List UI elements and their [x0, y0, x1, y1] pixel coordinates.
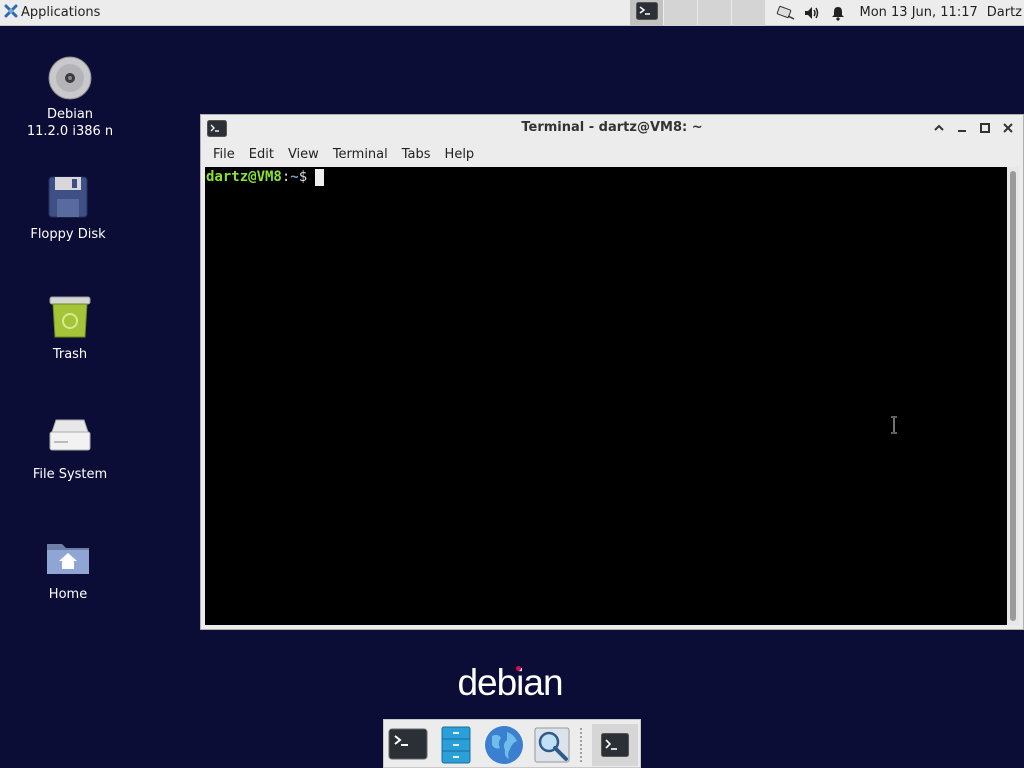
desktop-icon-home[interactable]: Home — [13, 534, 123, 603]
terminal-window[interactable]: Terminal - dartz@VM8: ~ File Edit View T… — [200, 114, 1024, 630]
workspace-3-button[interactable] — [698, 0, 732, 26]
window-titlebar[interactable]: Terminal - dartz@VM8: ~ — [201, 115, 1023, 142]
clock[interactable]: Mon 13 Jun, 11:17 — [859, 5, 977, 20]
home-folder-icon — [44, 534, 92, 582]
desktop-icon-label: Floppy Disk — [30, 227, 106, 242]
drive-icon — [46, 414, 94, 462]
user-menu[interactable]: Dartz — [987, 5, 1022, 20]
file-manager-icon — [441, 726, 471, 764]
workspace-4-button[interactable] — [732, 0, 766, 26]
debian-logo-text: debian — [457, 662, 563, 703]
terminal-window-icon — [601, 733, 629, 757]
xfce-logo-icon — [4, 4, 18, 22]
applications-menu-button[interactable]: Applications — [0, 0, 104, 26]
desktop-icon-label: Trash — [52, 347, 88, 362]
text-cursor — [315, 169, 325, 186]
chevron-up-icon — [934, 124, 944, 131]
web-browser-icon — [485, 726, 523, 764]
menu-tabs[interactable]: Tabs — [395, 147, 438, 162]
minimize-icon — [958, 130, 966, 132]
window-title: Terminal - dartz@VM8: ~ — [521, 120, 703, 135]
debian-logo: debian — [440, 662, 580, 704]
close-button[interactable] — [1000, 120, 1016, 136]
dock-terminal-window-button[interactable] — [592, 724, 638, 766]
taskbar-terminal-button[interactable] — [630, 0, 664, 26]
menu-help[interactable]: Help — [438, 147, 482, 162]
scrollbar-thumb[interactable] — [1010, 171, 1016, 621]
dock-separator — [580, 728, 582, 762]
applications-label: Applications — [21, 5, 101, 20]
maximize-button[interactable] — [977, 120, 993, 136]
dock — [383, 719, 641, 768]
desktop-icon-floppy[interactable]: Floppy Disk — [13, 174, 123, 243]
close-icon — [1003, 123, 1013, 133]
dock-terminal-launcher[interactable] — [387, 724, 429, 766]
desktop-icon-debian-cd[interactable]: Debian 11.2.0 i386 n — [15, 54, 125, 140]
network-icon[interactable] — [773, 0, 799, 26]
desktop-icon-filesystem[interactable]: File System — [15, 414, 125, 483]
workspace-2-button[interactable] — [664, 0, 698, 26]
debian-logo-dot — [516, 666, 521, 671]
terminal-icon — [388, 728, 428, 760]
desktop-icon-label: File System — [32, 467, 108, 482]
trash-icon — [46, 294, 94, 342]
desktop-icon-label: Home — [48, 587, 88, 602]
menu-view[interactable]: View — [281, 147, 326, 162]
shade-button[interactable] — [931, 120, 947, 136]
minimize-button[interactable] — [954, 120, 970, 136]
menu-terminal[interactable]: Terminal — [326, 147, 395, 162]
volume-icon[interactable] — [799, 0, 825, 26]
top-panel: Applications Mon 13 Jun, 11:17 Dartz — [0, 0, 1024, 26]
dock-app-finder-launcher[interactable] — [531, 724, 573, 766]
prompt-user-host: dartz@VM8 — [206, 169, 282, 185]
prompt-path: ~ — [290, 169, 299, 185]
prompt-dollar: $ — [298, 169, 308, 185]
terminal-output[interactable]: dartz@VM8:~$ — [205, 167, 1007, 625]
terminal-menubar: File Edit View Terminal Tabs Help — [201, 142, 1023, 166]
dock-file-manager-launcher[interactable] — [435, 724, 477, 766]
desktop-icon-label: 11.2.0 i386 n — [26, 124, 114, 139]
app-finder-icon — [534, 727, 570, 763]
notifications-icon[interactable] — [825, 0, 851, 26]
menu-file[interactable]: File — [206, 147, 242, 162]
desktop-icon-trash[interactable]: Trash — [15, 294, 125, 363]
menu-edit[interactable]: Edit — [242, 147, 281, 162]
ibeam-cursor-icon — [891, 416, 897, 434]
maximize-icon — [980, 123, 990, 133]
terminal-icon — [635, 1, 658, 24]
dock-web-browser-launcher[interactable] — [483, 724, 525, 766]
floppy-icon — [44, 174, 92, 222]
terminal-scrollbar[interactable] — [1007, 167, 1019, 625]
cd-icon — [46, 54, 94, 102]
desktop-icon-label: Debian — [46, 107, 94, 122]
